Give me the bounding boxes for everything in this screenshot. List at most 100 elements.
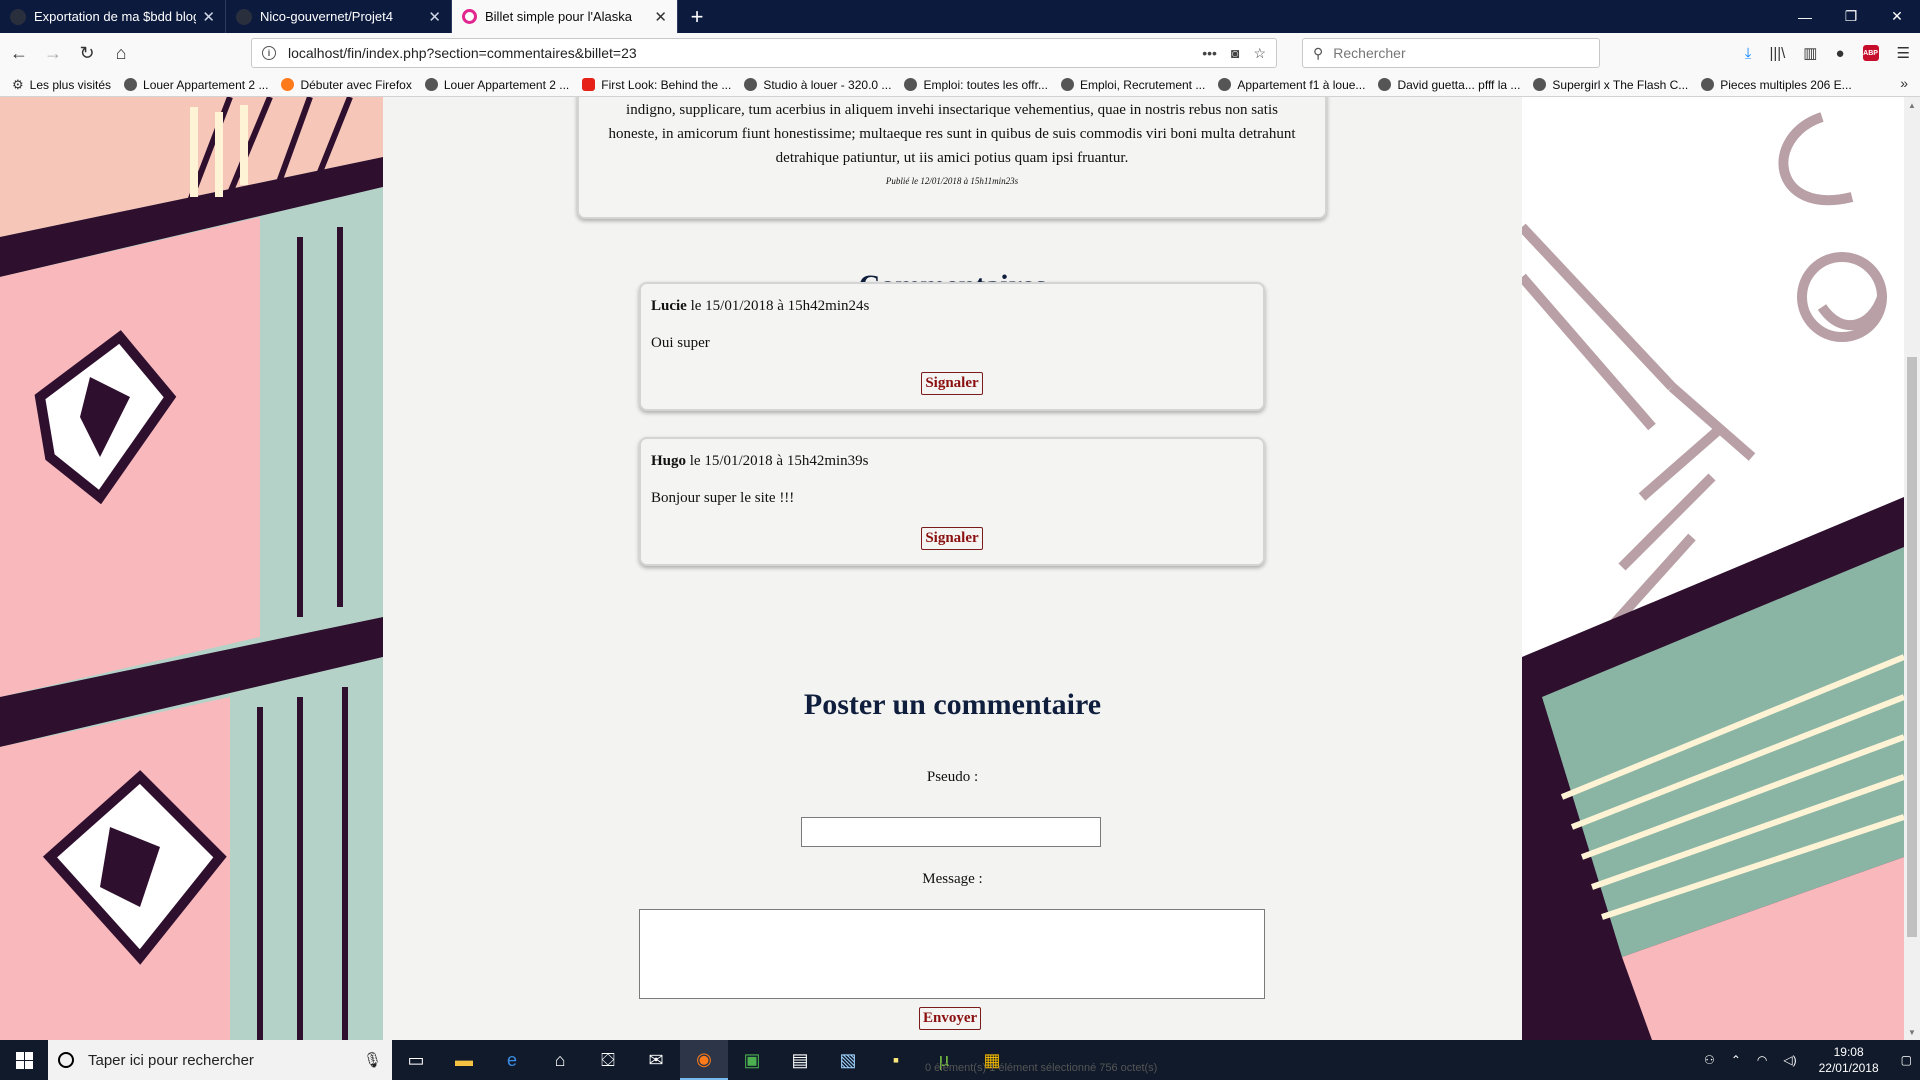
edge-icon[interactable]: e — [488, 1040, 536, 1080]
post-date: Publié le 12/01/2018 à 15h11min23s — [885, 176, 1019, 186]
windows-taskbar: Taper ici pour rechercher 🎙 ▭ ▬ e ⌂ ⛋ ✉ … — [0, 1040, 1920, 1080]
home-icon[interactable]: ⌂ — [106, 38, 136, 68]
restore-icon[interactable]: ❐ — [1828, 0, 1874, 33]
window-close-icon[interactable]: ✕ — [1874, 0, 1920, 33]
clock-date: 22/01/2018 — [1818, 1061, 1879, 1075]
tab-billet-alaska[interactable]: Billet simple pour l'Alaska ✕ — [452, 0, 678, 33]
tab-projet4[interactable]: Nico-gouvernet/Projet4 ✕ — [226, 0, 452, 33]
photos-icon[interactable]: ▣ — [728, 1040, 776, 1080]
library-icon[interactable]: |||\ — [1769, 45, 1785, 62]
wamp-icon[interactable]: ▤ — [776, 1040, 824, 1080]
taskbar-clock[interactable]: 19:08 22/01/2018 — [1819, 1044, 1879, 1076]
info-icon[interactable]: i — [262, 46, 276, 60]
bookmark-item[interactable]: Louer Appartement 2 ... — [424, 78, 569, 92]
scroll-up-icon[interactable]: ▲ — [1904, 97, 1920, 113]
toolbar-icons: ⤓ |||\ ▥ ● ABP ☰ — [1745, 33, 1910, 73]
bookmark-item[interactable]: David guetta... pfff la ... — [1378, 78, 1520, 92]
search-icon: ⚲ — [1313, 44, 1324, 61]
forward-arrow-icon[interactable]: → — [38, 38, 68, 68]
gear-icon: ⚙ — [12, 76, 24, 92]
message-textarea[interactable] — [639, 909, 1265, 999]
close-icon[interactable]: ✕ — [428, 8, 441, 26]
firefox-taskbar-icon[interactable]: ◉ — [680, 1040, 728, 1080]
comment-date: le 15/01/2018 à 15h42min24s — [690, 298, 870, 314]
globe-icon — [1701, 78, 1715, 91]
main-content: indigno, supplicare, tum acerbius in ali… — [383, 97, 1522, 1040]
bookmark-item[interactable]: Emploi: toutes les offr... — [904, 78, 1048, 92]
scroll-thumb[interactable] — [1907, 357, 1917, 937]
tab-title: Nico-gouvernet/Projet4 — [260, 9, 393, 24]
store-icon[interactable]: ⛋ — [584, 1040, 632, 1080]
bookmark-item[interactable]: Supergirl x The Flash C... — [1533, 78, 1688, 92]
close-icon[interactable]: ✕ — [202, 8, 215, 26]
download-icon[interactable]: ⤓ — [1745, 45, 1752, 62]
pseudo-input[interactable] — [801, 817, 1101, 847]
github-icon — [236, 8, 252, 25]
mail-icon[interactable]: ✉ — [632, 1040, 680, 1080]
youtube-icon — [582, 78, 596, 91]
bookmark-item[interactable]: Débuter avec Firefox — [281, 78, 412, 92]
url-actions: ••• ◙ ☆ — [1202, 45, 1266, 62]
bookmark-star-icon[interactable]: ☆ — [1253, 45, 1266, 62]
sidebar-icon[interactable]: ▥ — [1803, 44, 1817, 62]
message-label: Message : — [922, 871, 983, 887]
globe-icon — [904, 78, 918, 91]
bookmark-item[interactable]: Pieces multiples 206 E... — [1701, 78, 1852, 92]
globe-icon — [744, 78, 758, 91]
app-icon[interactable]: ▦ — [968, 1040, 1016, 1080]
back-arrow-icon[interactable]: ← — [4, 38, 34, 68]
sticky-notes-icon[interactable]: ▪ — [872, 1040, 920, 1080]
new-tab-button[interactable]: + — [678, 0, 716, 33]
chevron-up-icon[interactable]: ⌃ — [1731, 1053, 1741, 1067]
bookmark-item[interactable]: Emploi, Recrutement ... — [1060, 78, 1205, 92]
close-icon[interactable]: ✕ — [654, 8, 667, 26]
pocket-icon[interactable]: ◙ — [1231, 45, 1239, 62]
site-favicon-icon — [462, 9, 477, 24]
menu-icon[interactable]: ☰ — [1897, 44, 1910, 62]
url-text[interactable]: localhost/fin/index.php?section=commenta… — [288, 45, 1202, 61]
comment-author: Hugo — [651, 453, 687, 469]
people-icon[interactable]: ⚇ — [1704, 1053, 1715, 1067]
windows-start-icon[interactable] — [0, 1040, 48, 1080]
search-bar[interactable]: ⚲ Rechercher — [1302, 38, 1600, 68]
more-actions-icon[interactable]: ••• — [1202, 45, 1217, 62]
task-view-icon[interactable]: ▭ — [392, 1040, 440, 1080]
post-comment-heading: Poster un commentaire — [803, 688, 1102, 721]
bookmark-item[interactable]: ⚙ Les plus visités — [12, 77, 111, 93]
report-comment-button[interactable]: Signaler — [921, 527, 983, 550]
adblock-icon[interactable]: ABP — [1862, 45, 1879, 61]
notifications-icon[interactable]: ▢ — [1901, 1053, 1912, 1067]
bookmark-item[interactable]: Studio à louer - 320.0 ... — [744, 78, 891, 92]
comment-text: Oui super — [651, 335, 710, 351]
scroll-down-icon[interactable]: ▼ — [1904, 1024, 1920, 1040]
report-comment-button[interactable]: Signaler — [921, 372, 983, 395]
globe-icon — [424, 78, 438, 91]
bookmark-item[interactable]: Louer Appartement 2 ... — [124, 78, 268, 92]
globe-icon — [124, 78, 138, 91]
microphone-icon[interactable]: 🎙 — [363, 1051, 382, 1069]
bookmark-item[interactable]: Appartement f1 à loue... — [1218, 78, 1365, 92]
globe-icon — [1378, 78, 1392, 91]
wifi-icon[interactable]: ◠ — [1757, 1053, 1767, 1067]
minimize-icon[interactable]: — — [1782, 0, 1828, 33]
url-bar[interactable]: i localhost/fin/index.php?section=commen… — [251, 38, 1277, 68]
notepad-icon[interactable]: ▧ — [824, 1040, 872, 1080]
volume-icon[interactable]: ◁) — [1783, 1053, 1796, 1067]
chevron-right-icon[interactable]: » — [1900, 75, 1908, 91]
explorer-status-text: 0 élément(s) 1 élément sélectionné 756 o… — [925, 1062, 1158, 1074]
reload-icon[interactable]: ↻ — [72, 38, 102, 68]
tab-export-bdd[interactable]: Exportation de ma $bdd blog.s ✕ — [0, 0, 226, 33]
taskbar-search-placeholder: Taper ici pour rechercher — [88, 1051, 254, 1069]
home-app-icon[interactable]: ⌂ — [536, 1040, 584, 1080]
utorrent-icon[interactable]: µ — [920, 1040, 968, 1080]
comment-author: Lucie — [651, 298, 687, 314]
bookmark-item[interactable]: First Look: Behind the ... — [582, 78, 731, 92]
page-scrollbar[interactable]: ▲ ▼ — [1904, 97, 1920, 1040]
taskbar-search-box[interactable]: Taper ici pour rechercher 🎙 — [48, 1040, 392, 1080]
page-viewport: indigno, supplicare, tum acerbius in ali… — [0, 97, 1904, 1040]
file-explorer-icon[interactable]: ▬ — [440, 1040, 488, 1080]
taskbar-apps: ▭ ▬ e ⌂ ⛋ ✉ ◉ ▣ ▤ ▧ ▪ µ ▦ — [392, 1040, 1016, 1080]
comment-header: Lucie le 15/01/2018 à 15h42min24s — [651, 298, 1253, 315]
submit-comment-button[interactable]: Envoyer — [919, 1007, 982, 1030]
cookie-icon[interactable]: ● — [1835, 45, 1844, 62]
